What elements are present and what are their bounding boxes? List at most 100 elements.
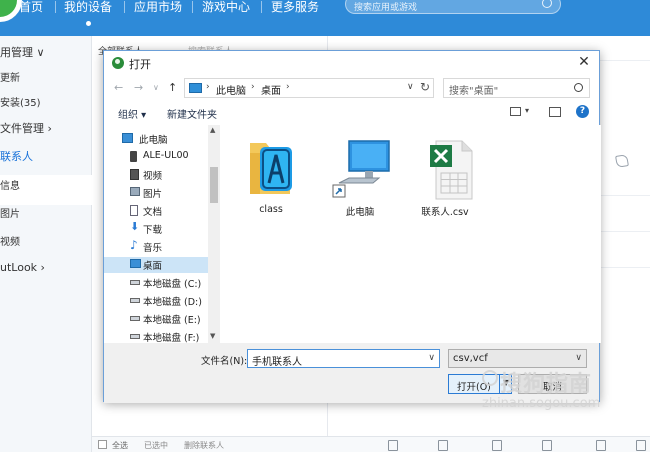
nav-game-center[interactable]: 游戏中心 <box>202 0 250 14</box>
help-icon[interactable]: ? <box>576 105 589 118</box>
tree-item-documents[interactable]: 文档 <box>130 203 208 219</box>
excel-csv-icon <box>430 140 473 200</box>
tree-item-label: 本地磁盘 (E:) <box>143 315 201 326</box>
recent-locations-icon[interactable]: ∨ <box>153 83 159 92</box>
file-item-contacts-csv[interactable]: 联系人.csv <box>410 133 480 223</box>
breadcrumb-this-pc[interactable]: 此电脑 <box>216 82 246 97</box>
tree-item-label: 音乐 <box>143 243 163 254</box>
tree-item-label: 此电脑 <box>139 135 168 146</box>
close-icon[interactable]: ✕ <box>575 53 593 71</box>
music-icon: ♪ <box>130 238 138 252</box>
file-label: class <box>259 204 283 215</box>
computer-shortcut-icon <box>332 140 390 198</box>
refresh-icon[interactable] <box>636 440 646 451</box>
sidebar-item-outlook[interactable]: utLook › <box>0 261 45 277</box>
nav-app-market[interactable]: 应用市场 <box>134 0 182 14</box>
phone-icon[interactable] <box>615 154 629 168</box>
tree-item-label: 图片 <box>143 189 163 200</box>
scrollbar-thumb[interactable] <box>210 167 218 203</box>
back-arrow-icon[interactable]: ← <box>114 81 123 94</box>
tree-item-music[interactable]: ♪ 音乐 <box>130 239 208 255</box>
sidebar-item-updates[interactable]: 更新 <box>0 69 20 85</box>
tree-item-drive-f[interactable]: 本地磁盘 (F:) <box>130 329 208 343</box>
up-arrow-icon[interactable]: ↑ <box>168 81 177 94</box>
dialog-title-bar[interactable]: 打开 ✕ <box>104 51 599 75</box>
tree-item-this-pc[interactable]: 此电脑 <box>122 131 218 147</box>
app-icon <box>112 57 124 69</box>
nav-divider <box>192 1 193 13</box>
search-icon[interactable] <box>542 0 552 8</box>
sidebar-item-app-management[interactable]: 用管理 ∨ <box>0 44 45 60</box>
nav-divider <box>55 1 56 13</box>
sidebar-item-messages[interactable]: 信息 <box>0 177 20 193</box>
navigation-scrollbar[interactable]: ▲ ▼ <box>208 125 220 343</box>
tree-item-downloads[interactable]: ⬇ 下载 <box>130 221 208 237</box>
breadcrumb-chevron-icon[interactable]: › <box>251 82 255 92</box>
tree-item-pictures[interactable]: 图片 <box>130 185 208 201</box>
search-icon[interactable] <box>574 83 583 92</box>
picture-icon <box>130 187 140 196</box>
select-all-checkbox[interactable] <box>98 440 107 449</box>
scroll-down-icon[interactable]: ▼ <box>210 332 215 340</box>
filename-value: 手机联系人 <box>252 357 302 368</box>
breadcrumb-chevron-icon[interactable]: › <box>206 82 210 92</box>
backup-icon[interactable] <box>596 440 606 451</box>
tree-item-videos[interactable]: 视频 <box>130 167 208 183</box>
sidebar-item-pictures[interactable]: 图片 <box>0 205 20 221</box>
view-options-icon[interactable] <box>510 107 521 116</box>
nav-home[interactable]: 首页 <box>19 0 43 14</box>
edit-icon[interactable] <box>438 440 448 451</box>
forward-arrow-icon[interactable]: → <box>134 81 143 94</box>
breadcrumb-desktop[interactable]: 桌面 <box>261 82 281 97</box>
sidebar-item-contacts[interactable]: 联系人 <box>0 148 33 164</box>
sidebar-item-file-management[interactable]: 文件管理 › <box>0 120 52 136</box>
address-bar[interactable]: › 此电脑 › 桌面 › ∨ ↻ <box>184 78 434 98</box>
sidebar-item-videos[interactable]: 视频 <box>0 233 20 249</box>
file-item-class[interactable]: class <box>236 133 306 223</box>
chevron-down-icon[interactable]: ∨ <box>428 353 435 363</box>
file-item-this-pc[interactable]: 此电脑 <box>325 133 395 223</box>
view-dropdown-icon[interactable]: ▾ <box>525 106 529 115</box>
address-dropdown-icon[interactable]: ∨ <box>407 82 414 92</box>
preview-pane-icon[interactable] <box>549 107 561 117</box>
watermark-text: 搜狗指南 <box>500 372 593 397</box>
app-search-input[interactable]: 搜索应用或游戏 <box>345 0 561 14</box>
watermark-logo-icon <box>482 370 498 386</box>
tree-item-label: 本地磁盘 (F:) <box>143 333 200 343</box>
tree-item-label: ALE-UL00 <box>143 150 189 161</box>
nav-more-services[interactable]: 更多服务 <box>271 0 319 14</box>
folder-search-input[interactable]: 搜索"桌面" <box>443 78 590 98</box>
sidebar-item-installed[interactable]: 安装(35) <box>0 94 41 110</box>
delete-contacts-button[interactable]: 删除联系人 <box>184 440 224 451</box>
app-sidebar: 用管理 ∨ 更新 安装(35) 文件管理 › 联系人 信息 图片 视频 utLo… <box>0 36 92 452</box>
tree-item-desktop[interactable]: 桌面 <box>104 257 208 273</box>
new-folder-button[interactable]: 新建文件夹 <box>167 106 217 121</box>
organize-button[interactable]: 组织 ▾ <box>118 106 146 121</box>
tree-item-drive-c[interactable]: 本地磁盘 (C:) <box>130 275 208 291</box>
copy-icon[interactable] <box>388 440 398 451</box>
export-icon[interactable] <box>542 440 552 451</box>
drive-icon <box>130 298 140 303</box>
tree-item-drive-d[interactable]: 本地磁盘 (D:) <box>130 293 208 309</box>
tree-item-label: 下载 <box>143 225 163 236</box>
nav-my-device[interactable]: 我的设备 <box>64 0 112 14</box>
drive-icon <box>130 280 140 285</box>
tree-item-drive-e[interactable]: 本地磁盘 (E:) <box>130 311 208 327</box>
tree-item-label: 本地磁盘 (D:) <box>143 297 202 308</box>
filename-input[interactable]: 手机联系人 ∨ <box>247 349 440 368</box>
computer-icon <box>122 133 133 143</box>
breadcrumb-chevron-icon[interactable]: › <box>286 82 290 92</box>
chevron-down-icon[interactable]: ∨ <box>575 353 582 363</box>
dialog-title: 打开 <box>129 58 151 71</box>
address-row: ← → ∨ ↑ › 此电脑 › 桌面 › ∨ ↻ 搜索"桌面" <box>104 75 599 101</box>
scroll-up-icon[interactable]: ▲ <box>210 126 215 134</box>
open-file-dialog: 打开 ✕ ← → ∨ ↑ › 此电脑 › 桌面 › ∨ ↻ 搜索"桌面" 组织 … <box>103 50 601 403</box>
filetype-value: csv,vcf <box>453 353 488 364</box>
refresh-icon[interactable]: ↻ <box>420 80 430 94</box>
tree-item-phone[interactable]: ALE-UL00 <box>130 149 208 165</box>
tree-item-label: 文档 <box>143 207 163 218</box>
import-icon[interactable] <box>492 440 502 451</box>
select-all-label[interactable]: 全选 <box>112 440 128 451</box>
file-list-pane: class 此电脑 联系人.csv <box>224 125 601 343</box>
tree-item-label: 本地磁盘 (C:) <box>143 279 202 290</box>
